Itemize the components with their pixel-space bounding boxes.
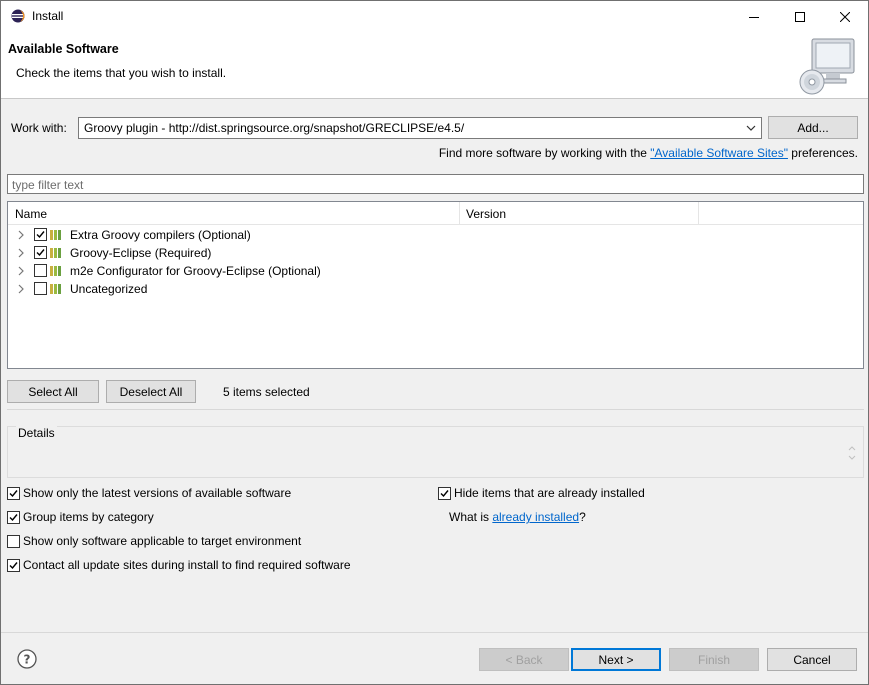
- tree-item-checkbox[interactable]: [34, 264, 47, 277]
- work-with-label: Work with:: [11, 121, 67, 135]
- chevron-right-icon[interactable]: [17, 266, 25, 276]
- work-with-value: Groovy plugin - http://dist.springsource…: [84, 121, 465, 135]
- find-more-text: Find more software by working with the "…: [439, 146, 858, 160]
- tree-header: Name Version: [8, 202, 863, 225]
- minimize-button[interactable]: [731, 1, 777, 32]
- column-divider[interactable]: [698, 202, 699, 225]
- group-by-category-label: Group items by category: [23, 510, 154, 524]
- details-label: Details: [16, 426, 57, 440]
- back-button[interactable]: < Back: [479, 648, 569, 671]
- latest-versions-label: Show only the latest versions of availab…: [23, 486, 292, 500]
- column-divider[interactable]: [459, 202, 460, 225]
- contact-sites-label: Contact all update sites during install …: [23, 558, 351, 572]
- column-header-version[interactable]: Version: [466, 207, 506, 221]
- tree-row[interactable]: m2e Configurator for Groovy-Eclipse (Opt…: [8, 262, 863, 280]
- tree-row[interactable]: Extra Groovy compilers (Optional): [8, 226, 863, 244]
- tree-item-label: Groovy-Eclipse (Required): [70, 246, 212, 260]
- chevron-right-icon[interactable]: [17, 230, 25, 240]
- tree-item-checkbox[interactable]: [34, 228, 47, 241]
- filter-input[interactable]: type filter text: [7, 174, 864, 194]
- maximize-icon: [795, 11, 805, 22]
- install-dialog: Install Available Software Check the ite…: [0, 0, 869, 685]
- select-all-button[interactable]: Select All: [7, 380, 99, 403]
- tree-item-label: Extra Groovy compilers (Optional): [70, 228, 251, 242]
- find-more-prefix: Find more software by working with the: [438, 146, 651, 160]
- next-button[interactable]: Next >: [571, 648, 661, 671]
- chevron-right-icon[interactable]: [17, 248, 25, 258]
- wizard-header: Available Software Check the items that …: [1, 32, 868, 99]
- page-title: Available Software: [8, 42, 119, 56]
- close-button[interactable]: [822, 1, 868, 32]
- divider: [7, 409, 864, 410]
- tree-item-label: m2e Configurator for Groovy-Eclipse (Opt…: [70, 264, 321, 278]
- scroll-arrows-icon[interactable]: [848, 444, 856, 462]
- feature-package-icon: [50, 248, 61, 258]
- tree-item-label: Uncategorized: [70, 282, 148, 296]
- title-bar: Install: [1, 1, 868, 32]
- find-more-suffix: preferences.: [787, 146, 858, 160]
- available-software-sites-link[interactable]: "Available Software Sites": [650, 146, 788, 160]
- tree-row[interactable]: Uncategorized: [8, 280, 863, 298]
- finish-button[interactable]: Finish: [669, 648, 759, 671]
- maximize-button[interactable]: [777, 1, 823, 32]
- tree-item-checkbox[interactable]: [34, 282, 47, 295]
- eclipse-icon: [11, 9, 25, 23]
- close-icon: [840, 11, 850, 22]
- hide-installed-checkbox[interactable]: [438, 487, 451, 500]
- deselect-all-button[interactable]: Deselect All: [106, 380, 196, 403]
- cancel-button[interactable]: Cancel: [767, 648, 857, 671]
- already-installed-link[interactable]: already installed: [492, 510, 579, 524]
- target-environment-checkbox[interactable]: [7, 535, 20, 548]
- svg-text:?: ?: [24, 653, 31, 667]
- group-by-category-checkbox[interactable]: [7, 511, 20, 524]
- minimize-icon: [749, 16, 759, 18]
- feature-package-icon: [50, 230, 61, 240]
- filter-placeholder: type filter text: [12, 178, 84, 192]
- latest-versions-checkbox[interactable]: [7, 487, 20, 500]
- what-is-installed-text: What is already installed?: [449, 510, 586, 524]
- add-site-button[interactable]: Add...: [768, 116, 858, 139]
- chevron-right-icon[interactable]: [17, 284, 25, 294]
- hide-installed-label: Hide items that are already installed: [454, 486, 645, 500]
- tree-item-checkbox[interactable]: [34, 246, 47, 259]
- feature-package-icon: [50, 266, 61, 276]
- software-tree[interactable]: Name Version Extra Groovy compilers (Opt…: [7, 201, 864, 369]
- work-with-combo[interactable]: Groovy plugin - http://dist.springsource…: [78, 117, 762, 139]
- target-environment-label: Show only software applicable to target …: [23, 534, 302, 548]
- tree-row[interactable]: Groovy-Eclipse (Required): [8, 244, 863, 262]
- footer-divider: [1, 632, 868, 633]
- window-title: Install: [32, 9, 64, 23]
- chevron-down-icon: [746, 125, 756, 131]
- install-cd-computer-icon: [799, 38, 855, 95]
- contact-sites-checkbox[interactable]: [7, 559, 20, 572]
- what-is-prefix: What is: [449, 510, 493, 524]
- details-panel: Details: [7, 426, 864, 478]
- what-is-suffix: ?: [579, 510, 586, 524]
- column-header-name[interactable]: Name: [15, 207, 47, 221]
- help-icon[interactable]: ?: [17, 649, 37, 669]
- page-description: Check the items that you wish to install…: [16, 66, 227, 80]
- feature-package-icon: [50, 284, 61, 294]
- selection-count: 5 items selected: [223, 385, 310, 399]
